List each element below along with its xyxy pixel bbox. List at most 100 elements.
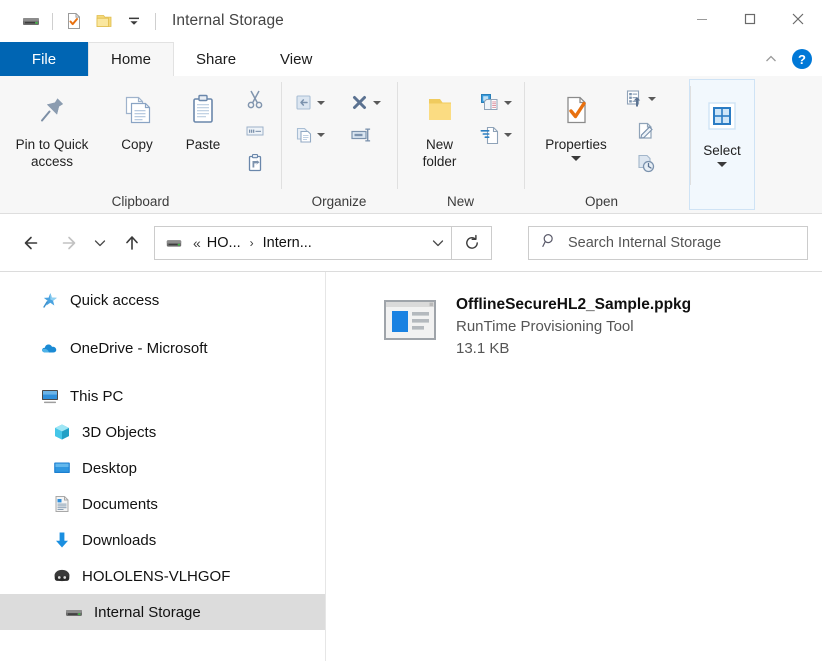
open-group-label: Open bbox=[584, 194, 619, 209]
drive-icon bbox=[64, 602, 84, 622]
select-button[interactable]: Select bbox=[690, 88, 754, 167]
sidebar-item-internal-storage[interactable]: Internal Storage bbox=[0, 594, 325, 630]
sidebar-item-this-pc[interactable]: This PC bbox=[0, 378, 325, 414]
ribbon-group-select[interactable]: Select bbox=[689, 79, 755, 210]
customize-chevron-icon[interactable] bbox=[119, 6, 149, 36]
refresh-button[interactable] bbox=[452, 225, 492, 260]
search-icon bbox=[541, 232, 558, 254]
properties-icon[interactable] bbox=[59, 6, 89, 36]
select-label: Select bbox=[703, 143, 741, 158]
file-list: OfflineSecureHL2_Sample.ppkg RunTime Pro… bbox=[326, 272, 822, 661]
up-button[interactable] bbox=[114, 225, 150, 261]
breadcrumb-overflow-icon[interactable]: « bbox=[189, 235, 205, 251]
easy-access-caret-icon[interactable] bbox=[504, 133, 512, 137]
sidebar-item-label: Downloads bbox=[82, 531, 157, 549]
move-to-button[interactable] bbox=[291, 88, 339, 118]
recent-locations-button[interactable] bbox=[86, 225, 114, 261]
address-bar: « HO... › Intern... Search Internal Stor… bbox=[0, 214, 822, 271]
new-item-button[interactable] bbox=[476, 88, 524, 118]
window-title: Internal Storage bbox=[172, 12, 284, 29]
easy-access-button[interactable] bbox=[476, 120, 524, 150]
breadcrumb-separator-icon[interactable]: › bbox=[243, 236, 261, 250]
open-button[interactable] bbox=[622, 84, 670, 114]
new-folder-icon[interactable] bbox=[89, 6, 119, 36]
sidebar-item-onedrive[interactable]: OneDrive - Microsoft bbox=[0, 330, 325, 366]
help-icon[interactable]: ? bbox=[792, 49, 812, 69]
delete-caret-icon[interactable] bbox=[373, 101, 381, 105]
hololens-device-icon bbox=[52, 566, 72, 586]
move-to-caret-icon[interactable] bbox=[317, 101, 325, 105]
properties-button[interactable]: Properties bbox=[530, 82, 622, 161]
documents-icon bbox=[52, 494, 72, 514]
new-folder-button[interactable]: New folder bbox=[405, 82, 474, 170]
toolbar-separator-2 bbox=[155, 12, 156, 30]
sidebar-item-quick-access[interactable]: Quick access bbox=[0, 282, 325, 318]
paste-shortcut-button[interactable] bbox=[238, 148, 272, 178]
select-caret-icon[interactable] bbox=[717, 162, 727, 167]
copy-label: Copy bbox=[121, 137, 153, 152]
organize-col-2 bbox=[347, 86, 395, 150]
ribbon: Pin to Quick access Copy Paste Clipboard… bbox=[0, 76, 822, 214]
sidebar-item-label: Desktop bbox=[82, 459, 138, 477]
search-input[interactable]: Search Internal Storage bbox=[528, 225, 808, 260]
sidebar-item-label: Documents bbox=[82, 495, 158, 513]
maximize-button[interactable] bbox=[726, 0, 774, 38]
breadcrumb[interactable]: « HO... › Intern... bbox=[154, 225, 452, 260]
new-folder-label: New folder bbox=[422, 137, 457, 169]
history-button[interactable] bbox=[629, 148, 663, 178]
copy-path-button[interactable] bbox=[238, 116, 272, 146]
sidebar-item-desktop[interactable]: Desktop bbox=[0, 450, 325, 486]
sidebar-item-3d-objects[interactable]: 3D Objects bbox=[0, 414, 325, 450]
list-item[interactable]: OfflineSecureHL2_Sample.ppkg RunTime Pro… bbox=[380, 294, 822, 360]
tab-view[interactable]: View bbox=[258, 42, 334, 76]
cut-button[interactable] bbox=[238, 84, 272, 114]
navigation-pane: Quick access OneDrive - Microsoft This P… bbox=[0, 272, 325, 661]
sidebar-item-label: HOLOLENS-VLHGOF bbox=[82, 567, 231, 585]
this-pc-monitor-icon bbox=[40, 386, 60, 406]
forward-button[interactable] bbox=[50, 225, 86, 261]
sidebar-item-label: This PC bbox=[70, 387, 124, 405]
collapse-ribbon-icon[interactable] bbox=[758, 46, 784, 72]
open-small-buttons bbox=[622, 82, 670, 178]
sidebar-item-hololens[interactable]: HOLOLENS-VLHGOF bbox=[0, 558, 325, 594]
clipboard-group-label: Clipboard bbox=[111, 194, 170, 209]
copy-to-caret-icon[interactable] bbox=[317, 133, 325, 137]
organize-col-1 bbox=[291, 86, 339, 150]
back-button[interactable] bbox=[14, 225, 50, 261]
minimize-button[interactable] bbox=[678, 0, 726, 38]
drive-icon[interactable] bbox=[16, 6, 46, 36]
paste-button[interactable]: Paste bbox=[170, 82, 236, 153]
properties-caret-icon[interactable] bbox=[571, 156, 581, 161]
properties-label: Properties bbox=[545, 137, 607, 152]
tab-share[interactable]: Share bbox=[174, 42, 258, 76]
onedrive-cloud-icon bbox=[40, 338, 60, 358]
pin-to-quick-access-label: Pin to Quick access bbox=[15, 137, 89, 169]
downloads-arrow-icon bbox=[52, 530, 72, 550]
delete-button[interactable] bbox=[347, 88, 395, 118]
pin-to-quick-access-button[interactable]: Pin to Quick access bbox=[0, 82, 104, 170]
3d-objects-icon bbox=[52, 422, 72, 442]
title-bar: Internal Storage bbox=[0, 0, 822, 42]
edit-button[interactable] bbox=[629, 116, 663, 146]
rename-button[interactable] bbox=[347, 120, 395, 150]
copy-button[interactable]: Copy bbox=[104, 82, 170, 153]
copy-icon bbox=[117, 86, 157, 134]
breadcrumb-item-0[interactable]: HO... bbox=[205, 235, 243, 251]
sidebar-item-documents[interactable]: Documents bbox=[0, 486, 325, 522]
new-folder-icon bbox=[420, 86, 460, 134]
sidebar-item-label: Internal Storage bbox=[94, 603, 201, 621]
open-caret-icon[interactable] bbox=[648, 97, 656, 101]
sidebar-item-downloads[interactable]: Downloads bbox=[0, 522, 325, 558]
copy-to-button[interactable] bbox=[291, 120, 339, 150]
clipboard-small-buttons bbox=[238, 82, 272, 178]
tab-file[interactable]: File bbox=[0, 42, 88, 76]
new-item-caret-icon[interactable] bbox=[504, 101, 512, 105]
paste-icon bbox=[183, 86, 223, 134]
breadcrumb-item-1[interactable]: Intern... bbox=[261, 235, 314, 251]
tab-home[interactable]: Home bbox=[88, 42, 175, 76]
breadcrumb-dropdown-icon[interactable] bbox=[425, 227, 451, 259]
toolbar-separator bbox=[52, 12, 53, 30]
close-button[interactable] bbox=[774, 0, 822, 38]
